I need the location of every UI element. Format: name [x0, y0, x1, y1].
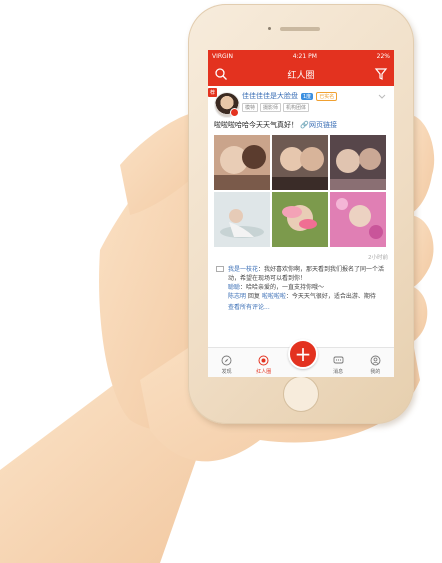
- verified-dot-icon: [230, 108, 239, 117]
- tab-messages[interactable]: 消息: [322, 355, 354, 375]
- recommended-badge: 荐: [208, 88, 218, 97]
- tab-red-circle[interactable]: 红人圈: [248, 355, 280, 375]
- photo-thumbnail[interactable]: [214, 135, 270, 190]
- comment-icon: [216, 266, 224, 272]
- page-title: 红人圈: [287, 70, 315, 81]
- post-text: 啦啦啦哈哈今天天气真好！ 🔗网页链接: [214, 120, 388, 130]
- chevron-down-icon[interactable]: [378, 94, 386, 100]
- post-username[interactable]: 佳佳佳佳是大脸盘: [242, 91, 298, 101]
- status-time: 4:21 PM: [292, 52, 317, 60]
- tab-label: 发现: [221, 369, 232, 375]
- user-tag: 摄影师: [260, 103, 282, 112]
- search-icon[interactable]: [214, 67, 228, 81]
- tab-profile[interactable]: 我的: [359, 355, 391, 375]
- level-badge: 1度: [301, 92, 314, 100]
- comment-item: 我是一枝花：我好喜欢你啊，那天看到我们报名了同一个活动，希望在现场可以看到你！: [228, 265, 388, 283]
- speaker-grille: [280, 27, 320, 31]
- photo-thumbnail[interactable]: [214, 192, 270, 247]
- view-all-comments-link[interactable]: 查看所有评论...: [228, 303, 388, 312]
- photo-thumbnail[interactable]: [330, 192, 386, 247]
- tab-label: 我的: [370, 369, 381, 375]
- carrier-label: VIRGIN: [212, 52, 233, 60]
- comment-reply-word: 回复: [246, 293, 262, 300]
- tab-discover[interactable]: 发现: [211, 355, 243, 375]
- comment-text: ：哈哈亲爱的，一直支持你哦～: [240, 284, 325, 291]
- profile-icon: [370, 355, 381, 366]
- comment-author[interactable]: 陈志明: [228, 293, 246, 300]
- photo-grid: [214, 135, 388, 247]
- comment-text: ：今天天气很好，适合出游、期待: [285, 293, 376, 300]
- photo-thumbnail[interactable]: [272, 192, 328, 247]
- target-icon: [258, 355, 269, 366]
- feed-post: 荐 佳佳佳佳是大脸盘 1度 已实名 模特 摄影师 机构团体 啦啦啦哈哈今天天气真…: [208, 86, 394, 312]
- compass-icon: [221, 355, 232, 366]
- comment-author[interactable]: 聪聪: [228, 284, 240, 291]
- user-tag: 模特: [242, 103, 259, 112]
- battery-label: 22%: [376, 52, 390, 60]
- status-bar: VIRGIN 4:21 PM 22%: [208, 50, 394, 62]
- tab-label: 消息: [333, 369, 344, 375]
- link-icon: 🔗: [300, 121, 309, 129]
- web-link[interactable]: 网页链接: [309, 121, 337, 129]
- post-time: 2小时前: [368, 255, 388, 261]
- chat-icon: [333, 356, 344, 364]
- home-button[interactable]: [283, 376, 319, 412]
- photo-thumbnail[interactable]: [272, 135, 328, 190]
- camera-icon: [268, 27, 271, 30]
- nav-bar: 红人圈: [208, 62, 394, 86]
- user-tag: 机构团体: [283, 103, 310, 112]
- add-post-button[interactable]: +: [288, 339, 318, 369]
- comment-reply-target[interactable]: 啦啦啦啦: [262, 293, 286, 300]
- filter-icon[interactable]: [374, 67, 388, 81]
- avatar[interactable]: [214, 92, 240, 118]
- verified-badge: 已实名: [316, 91, 338, 101]
- app-screen: VIRGIN 4:21 PM 22% 红人圈 荐 佳佳佳佳是大脸盘 1度 已实名…: [208, 50, 394, 377]
- comment-list: 我是一枝花：我好喜欢你啊，那天看到我们报名了同一个活动，希望在现场可以看到你！ …: [214, 265, 388, 312]
- comment-item: 聪聪：哈哈亲爱的，一直支持你哦～: [228, 283, 388, 292]
- post-body: 啦啦啦哈哈今天天气真好！: [214, 121, 298, 129]
- photo-thumbnail[interactable]: [330, 135, 386, 190]
- comment-item: 陈志明 回复 啦啦啦啦：今天天气很好，适合出游、期待: [228, 292, 388, 301]
- comment-author[interactable]: 我是一枝花: [228, 266, 258, 273]
- tab-label: 红人圈: [256, 369, 272, 375]
- user-tags: 模特 摄影师 机构团体: [242, 103, 388, 112]
